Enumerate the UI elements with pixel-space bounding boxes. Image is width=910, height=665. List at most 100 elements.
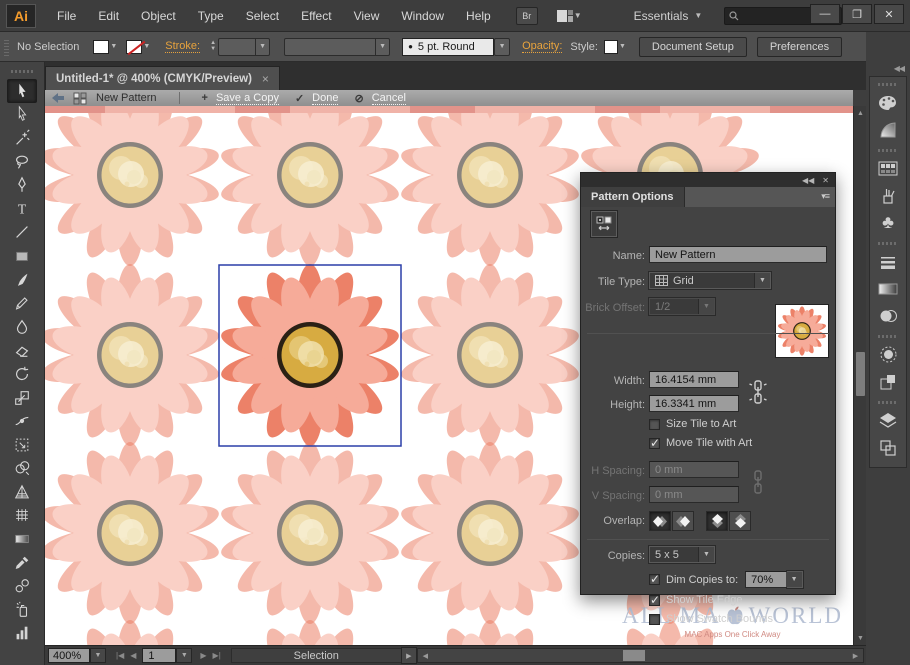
status-expand-icon[interactable]: ▶ [401, 647, 417, 664]
color-panel-button[interactable] [872, 89, 904, 116]
menu-select[interactable]: Select [235, 0, 290, 32]
pencil-tool[interactable] [7, 291, 37, 315]
stroke-color-swatch[interactable] [126, 40, 142, 54]
gradient-tool[interactable] [7, 527, 37, 551]
panel-title-bar[interactable]: ◀◀ ✕ [581, 173, 835, 187]
close-panel-icon[interactable]: ✕ [822, 176, 829, 185]
rectangle-tool[interactable] [7, 244, 37, 268]
mesh-tool[interactable] [7, 504, 37, 528]
overlap-right-in-front-button[interactable] [672, 511, 694, 531]
dock-group-grip[interactable] [878, 335, 898, 338]
horizontal-scroll-thumb[interactable] [623, 650, 645, 661]
pen-tool[interactable] [7, 173, 37, 197]
width-tool[interactable] [7, 409, 37, 433]
eyedropper-tool[interactable] [7, 551, 37, 575]
type-tool[interactable]: T [7, 197, 37, 221]
width-input[interactable]: 16.4154 mm [649, 371, 739, 388]
rotate-tool[interactable] [7, 362, 37, 386]
paintbrush-tool[interactable] [7, 268, 37, 292]
horizontal-scrollbar[interactable]: ◀ ▶ [417, 648, 864, 663]
transparency-panel-button[interactable] [872, 302, 904, 329]
symbol-sprayer-tool[interactable] [7, 598, 37, 622]
overlap-left-in-front-button[interactable] [649, 511, 671, 531]
perspective-grid-tool[interactable] [7, 480, 37, 504]
fill-color-swatch[interactable] [93, 40, 109, 54]
selection-tool[interactable] [7, 79, 37, 103]
layers-panel-button[interactable] [872, 407, 904, 434]
width-profile-dropdown[interactable]: ▼ [284, 38, 390, 56]
chevron-down-icon[interactable]: ▼ [110, 43, 117, 50]
shape-builder-tool[interactable] [7, 457, 37, 481]
tab-close-icon[interactable]: × [262, 72, 269, 86]
artboard-dropdown-icon[interactable]: ▼ [176, 648, 192, 663]
dock-group-grip[interactable] [878, 242, 898, 245]
collapse-panel-icon[interactable]: ◀◀ [802, 176, 814, 185]
document-setup-button[interactable]: Document Setup [639, 37, 747, 57]
zoom-level-field[interactable]: 400% [48, 648, 90, 663]
scroll-left-icon[interactable]: ◀ [419, 649, 432, 662]
show-swatch-bounds-checkbox[interactable] [649, 614, 660, 625]
line-segment-tool[interactable] [7, 221, 37, 245]
first-artboard-icon[interactable]: |◀ [116, 651, 124, 660]
brush-definition-dropdown[interactable]: ●5 pt. Round ▼ [402, 38, 510, 56]
vertical-scroll-thumb[interactable] [856, 352, 865, 396]
dock-group-grip[interactable] [878, 401, 898, 404]
blob-brush-tool[interactable] [7, 315, 37, 339]
cancel-button[interactable]: Cancel [372, 92, 406, 105]
tile-type-dropdown[interactable]: Grid ▼ [649, 272, 771, 289]
tools-panel-grip[interactable] [11, 70, 33, 73]
overlap-bottom-in-front-button[interactable] [729, 511, 751, 531]
maximize-button[interactable]: ❐ [842, 4, 872, 24]
column-graph-tool[interactable] [7, 622, 37, 646]
save-a-copy-button[interactable]: Save a Copy [216, 92, 279, 105]
preferences-button[interactable]: Preferences [757, 37, 842, 57]
blend-tool[interactable] [7, 574, 37, 598]
document-tab[interactable]: Untitled-1* @ 400% (CMYK/Preview) × [45, 66, 280, 90]
stroke-panel-link[interactable]: Stroke: [165, 40, 200, 53]
eraser-tool[interactable] [7, 339, 37, 363]
previous-artboard-icon[interactable]: ◀ [130, 651, 136, 660]
stroke-weight-dropdown[interactable]: ▼ [218, 38, 270, 56]
move-tile-with-art-checkbox[interactable] [649, 438, 660, 449]
name-input[interactable]: New Pattern [649, 246, 827, 263]
brushes-panel-button[interactable] [872, 182, 904, 209]
opacity-panel-link[interactable]: Opacity: [522, 40, 562, 53]
symbols-panel-button[interactable]: ♣ [872, 209, 904, 236]
panel-menu-icon[interactable]: ▾≡ [821, 191, 829, 202]
dock-group-grip[interactable] [878, 149, 898, 152]
chevron-down-icon[interactable]: ▼ [754, 273, 770, 288]
last-artboard-icon[interactable]: ▶| [213, 651, 221, 660]
lasso-tool[interactable] [7, 150, 37, 174]
direct-selection-tool[interactable] [7, 103, 37, 127]
color-guide-panel-button[interactable] [872, 116, 904, 143]
chevron-down-icon[interactable]: ▼ [786, 572, 802, 587]
minimize-button[interactable]: — [810, 4, 840, 24]
dock-group-grip[interactable] [878, 83, 898, 86]
pattern-options-tab[interactable]: Pattern Options [581, 187, 685, 207]
link-dimensions-icon[interactable] [749, 373, 767, 411]
workspace-switcher[interactable]: Essentials▼ [634, 9, 703, 23]
stroke-weight-stepper[interactable]: ▲▼ [210, 41, 216, 52]
menu-file[interactable]: File [46, 0, 87, 32]
menu-object[interactable]: Object [130, 0, 187, 32]
stroke-panel-button[interactable] [872, 248, 904, 275]
dim-copies-checkbox[interactable] [649, 574, 660, 585]
menu-type[interactable]: Type [187, 0, 235, 32]
menu-help[interactable]: Help [455, 0, 502, 32]
show-tile-edge-checkbox[interactable] [649, 595, 660, 606]
height-input[interactable]: 16.3341 mm [649, 395, 739, 412]
close-button[interactable]: ✕ [874, 4, 904, 24]
menu-edit[interactable]: Edit [87, 0, 130, 32]
done-button[interactable]: Done [312, 92, 338, 105]
scale-tool[interactable] [7, 386, 37, 410]
chevron-down-icon[interactable]: ▼ [698, 547, 714, 562]
graphic-styles-panel-button[interactable] [872, 368, 904, 395]
control-bar-grip[interactable] [4, 38, 9, 56]
magic-wand-tool[interactable] [7, 126, 37, 150]
menu-view[interactable]: View [343, 0, 391, 32]
pattern-tile-tool-button[interactable] [591, 211, 617, 237]
menu-window[interactable]: Window [390, 0, 455, 32]
next-artboard-icon[interactable]: ▶ [200, 651, 206, 660]
dim-copies-input[interactable]: 70% [745, 571, 787, 588]
size-tile-to-art-checkbox[interactable] [649, 419, 660, 430]
